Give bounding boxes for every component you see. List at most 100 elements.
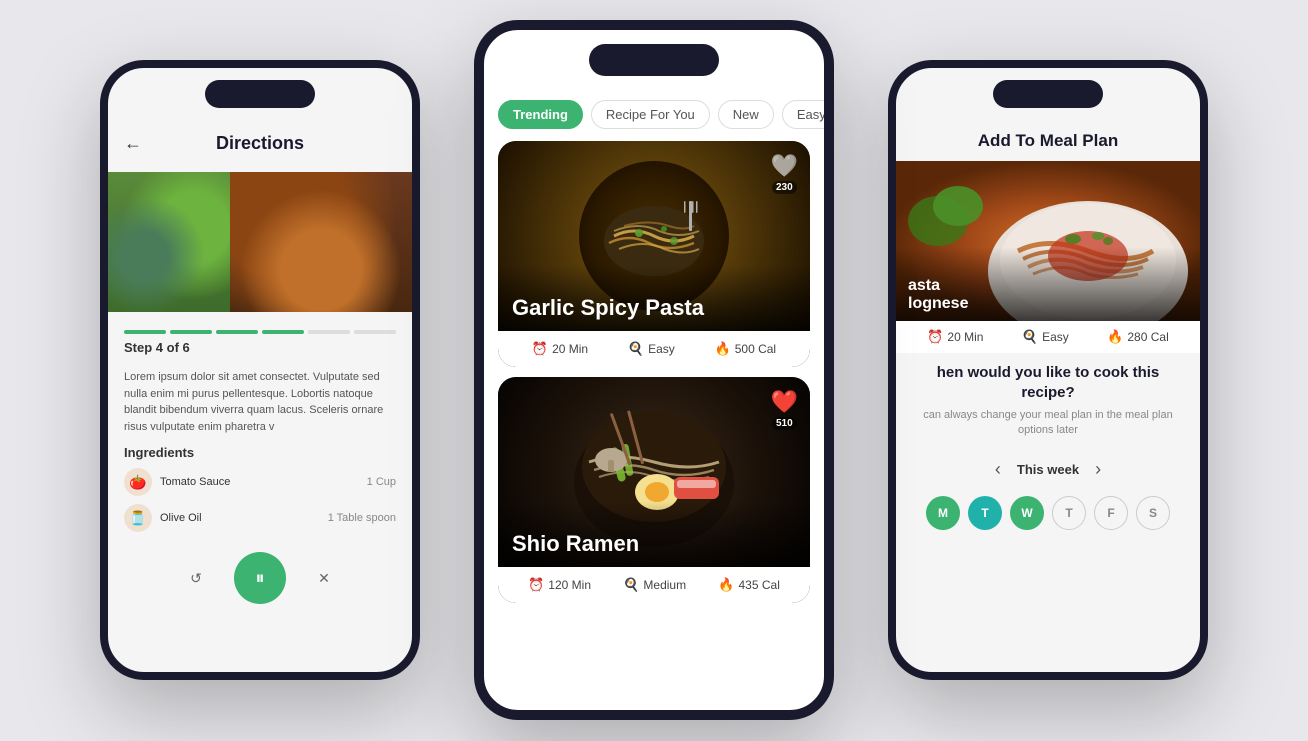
phone-left: ← Directions [100, 60, 420, 680]
heart-icon-ramen: ❤️ [771, 389, 798, 415]
pasta-recipe-name: Garlic Spicy Pasta [512, 295, 796, 321]
week-label: This week [1017, 462, 1079, 477]
ramen-calories-label: 435 Cal [739, 578, 780, 592]
bolognese-difficulty: 🍳 Easy [1022, 329, 1069, 345]
right-phone-notch [993, 80, 1103, 108]
pasta-time-label: 20 Min [552, 342, 588, 356]
ramen-calories: 🔥 435 Cal [718, 577, 780, 593]
segment-2 [170, 330, 212, 334]
food-image-right [230, 172, 412, 312]
directions-header: ← Directions [108, 123, 412, 164]
ingredient-name-2: Olive Oil [160, 512, 320, 524]
step-progress: Step 4 of 6 [108, 320, 412, 369]
replay-button[interactable]: ↺ [178, 560, 214, 596]
clock-icon-ramen: ⏰ [528, 577, 544, 593]
bolognese-image: asta lognese [896, 161, 1200, 321]
fire-icon-right: 🔥 [1107, 329, 1123, 345]
meal-plan-title: Add To Meal Plan [896, 123, 1200, 161]
segment-4 [262, 330, 304, 334]
segment-6 [354, 330, 396, 334]
ingredients-title: Ingredients [124, 445, 396, 460]
phone-center: Trending Recipe For You New Easy Over [474, 20, 834, 720]
pause-button[interactable]: ⏸ [234, 552, 286, 604]
food-image-left [108, 172, 230, 312]
pasta-recipe-meta: ⏰ 20 Min 🍳 Easy 🔥 500 Cal [498, 331, 810, 367]
step-count: Step 4 of 6 [124, 340, 396, 355]
back-button[interactable]: ← [124, 133, 142, 154]
heart-badge-ramen: ❤️ 510 [771, 389, 798, 430]
day-monday[interactable]: M [926, 496, 960, 530]
bolognese-time: ⏰ 20 Min [927, 329, 983, 345]
chef-icon-ramen: 🍳 [623, 577, 639, 593]
ramen-title-overlay: Shio Ramen [498, 501, 810, 567]
phone-right: Add To Meal Plan [888, 60, 1208, 680]
day-thursday[interactable]: T [1052, 496, 1086, 530]
day-wednesday[interactable]: W [1010, 496, 1044, 530]
ingredient-row-2: 🫙 Olive Oil 1 Table spoon [124, 504, 396, 532]
bolognese-meta: ⏰ 20 Min 🍳 Easy 🔥 280 Cal [896, 321, 1200, 353]
question-title: hen would you like to cook this recipe? [912, 363, 1184, 402]
right-recipe-card: asta lognese ⏰ 20 Min 🍳 Easy 🔥 [896, 161, 1200, 353]
tab-recipe-for-you[interactable]: Recipe For You [591, 100, 710, 129]
ramen-recipe-name: Shio Ramen [512, 531, 796, 557]
fire-icon-pasta: 🔥 [715, 341, 731, 357]
pasta-calories-label: 500 Cal [735, 342, 776, 356]
bolognese-line1: asta [908, 277, 1188, 295]
heart-icon-pasta: 🤍 [771, 153, 798, 179]
question-subtitle: can always change your meal plan in the … [912, 408, 1184, 439]
page-title: Directions [216, 133, 304, 154]
pasta-title-overlay: Garlic Spicy Pasta [498, 265, 810, 331]
recipe-card-ramen[interactable]: ❤️ 510 Shio Ramen ⏰ 120 Min 🍳 Medium [498, 377, 810, 603]
segment-3 [216, 330, 258, 334]
left-phone-content: ← Directions [108, 68, 412, 672]
ingredient-amount-2: 1 Table spoon [328, 512, 396, 524]
phones-container: ← Directions [0, 0, 1308, 741]
ingredient-amount-1: 1 Cup [367, 476, 396, 488]
step-description: Lorem ipsum dolor sit amet consectet. Vu… [108, 369, 412, 435]
ingredients-section: Ingredients 🍅 Tomato Sauce 1 Cup 🫙 Olive… [108, 445, 412, 532]
ramen-time-label: 120 Min [548, 578, 591, 592]
next-week-button[interactable]: › [1095, 459, 1101, 480]
left-phone-notch [205, 80, 315, 108]
right-phone-content: Add To Meal Plan [896, 68, 1200, 672]
tab-trending[interactable]: Trending [498, 100, 583, 129]
ingredient-icon-1: 🍅 [124, 468, 152, 496]
week-navigation: ‹ This week › [896, 449, 1200, 490]
like-count-pasta: 230 [772, 181, 797, 194]
bolognese-calories-label: 280 Cal [1127, 330, 1168, 344]
ingredient-row-1: 🍅 Tomato Sauce 1 Cup [124, 468, 396, 496]
day-saturday[interactable]: S [1136, 496, 1170, 530]
days-row: M T W T F S [896, 490, 1200, 536]
clock-icon-right: ⏰ [927, 329, 943, 345]
bolognese-difficulty-label: Easy [1042, 330, 1069, 344]
question-section: hen would you like to cook this recipe? … [896, 363, 1200, 449]
clock-icon-pasta: ⏰ [532, 341, 548, 357]
pasta-difficulty: 🍳 Easy [628, 341, 675, 357]
ramen-difficulty: 🍳 Medium [623, 577, 686, 593]
day-friday[interactable]: F [1094, 496, 1128, 530]
segment-5 [308, 330, 350, 334]
center-phone-notch [589, 44, 719, 76]
bolognese-line2: lognese [908, 295, 1188, 313]
ramen-difficulty-label: Medium [643, 578, 686, 592]
ramen-time: ⏰ 120 Min [528, 577, 591, 593]
heart-badge-pasta: 🤍 230 [771, 153, 798, 194]
close-button[interactable]: ✕ [306, 560, 342, 596]
ramen-recipe-meta: ⏰ 120 Min 🍳 Medium 🔥 435 Cal [498, 567, 810, 603]
bolognese-calories: 🔥 280 Cal [1107, 329, 1169, 345]
like-count-ramen: 510 [772, 417, 797, 430]
pasta-time: ⏰ 20 Min [532, 341, 588, 357]
pasta-image: 🤍 230 Garlic Spicy Pasta [498, 141, 810, 331]
tab-new[interactable]: New [718, 100, 774, 129]
center-phone-content: Trending Recipe For You New Easy Over [484, 30, 824, 710]
prev-week-button[interactable]: ‹ [995, 459, 1001, 480]
recipe-card-pasta[interactable]: 🤍 230 Garlic Spicy Pasta ⏰ 20 Min 🍳 Easy [498, 141, 810, 367]
segment-1 [124, 330, 166, 334]
playback-controls: ↺ ⏸ ✕ [108, 540, 412, 616]
chef-icon-pasta: 🍳 [628, 341, 644, 357]
tab-easy[interactable]: Easy [782, 100, 824, 129]
day-tuesday[interactable]: T [968, 496, 1002, 530]
pasta-calories: 🔥 500 Cal [715, 341, 777, 357]
fire-icon-ramen: 🔥 [718, 577, 734, 593]
progress-segments [124, 330, 396, 334]
